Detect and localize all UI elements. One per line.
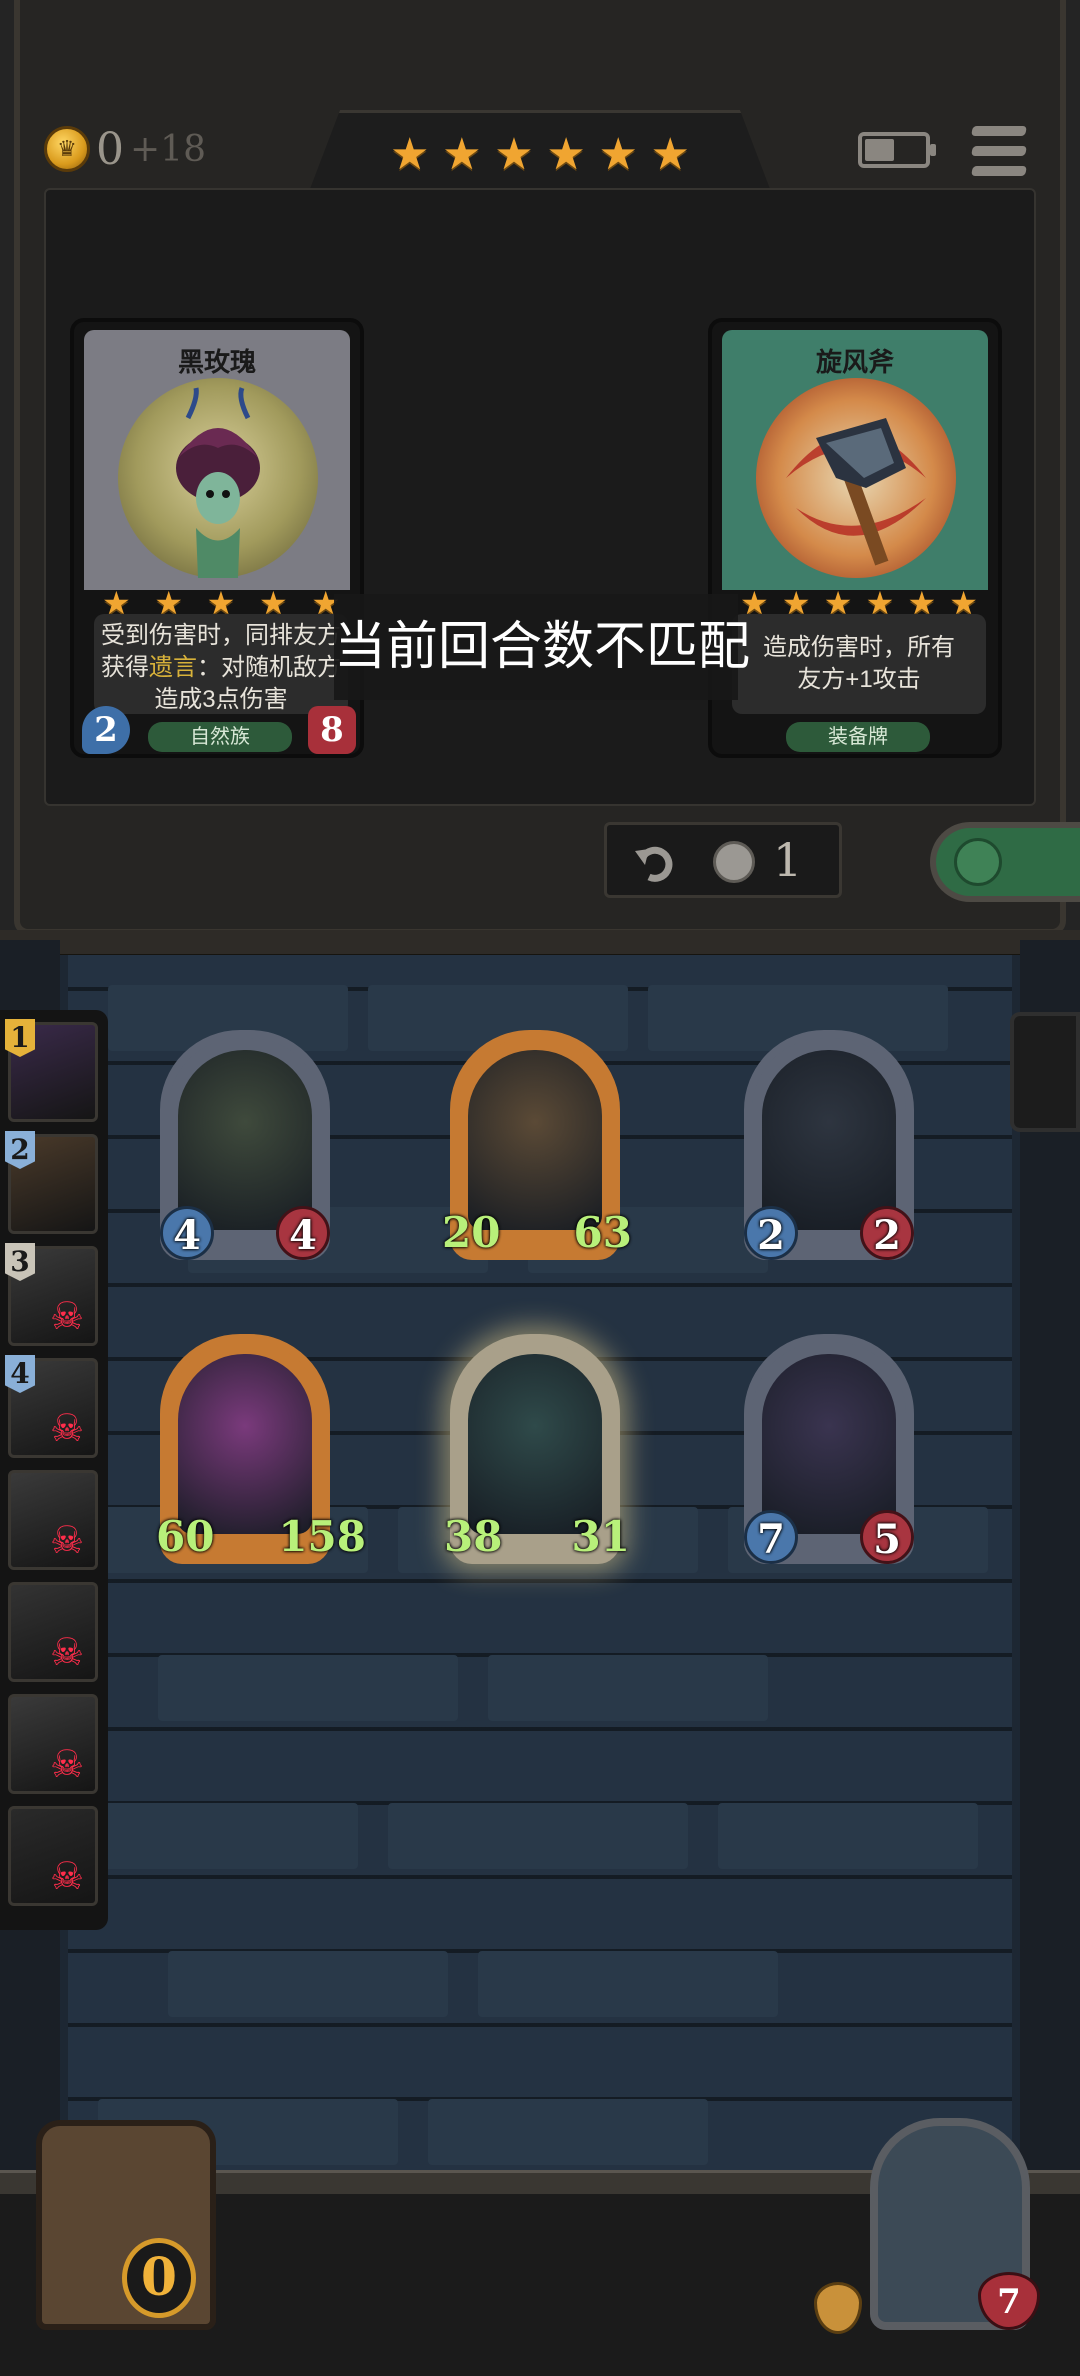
minion-art	[762, 1354, 896, 1534]
chest-gold: 0	[122, 2238, 196, 2318]
opponent-portrait[interactable]: ☠	[8, 1470, 98, 1570]
star-icon: ★	[390, 130, 430, 179]
toast-message: 当前回合数不匹配	[334, 594, 750, 700]
opponent-portrait[interactable]: ☠	[8, 1694, 98, 1794]
attack-badge: 2	[744, 1206, 798, 1260]
treasure-chest[interactable]: 0	[36, 2120, 216, 2330]
rank-badge: 3	[5, 1243, 35, 1281]
attack-badge: 4	[160, 1206, 214, 1260]
card-header: 黑玫瑰	[84, 330, 350, 590]
gold-counter: ♛ 0 +18	[44, 123, 206, 175]
shop-card-whirlwind-axe[interactable]: 旋风斧 ★ ★ ★ ★ ★ ★ 造成伤害时，所有 友方+1攻击 装备牌	[708, 318, 1002, 758]
skull-crossbones-icon: ☠	[49, 1856, 85, 1898]
attack-badge: 2	[82, 706, 130, 754]
shop-card-black-rose[interactable]: 黑玫瑰 ★ ★ ★ ★ ★ 受到伤害时，同排友方 获得遗言：对随机敌方 造成3点…	[70, 318, 364, 758]
attack-badge: 38	[444, 1512, 503, 1561]
gold-income: +18	[130, 128, 206, 170]
opponent-portrait[interactable]: 2	[5, 1131, 98, 1234]
star-icon: ★	[546, 130, 586, 179]
board-top-rail	[0, 930, 1080, 958]
card-name: 黑玫瑰	[177, 347, 256, 377]
minion-art	[468, 1050, 602, 1230]
card-description: 造成伤害时，所有 友方+1攻击	[732, 614, 986, 714]
hamburger-menu-icon[interactable]	[971, 126, 1027, 176]
board-minion[interactable]: 60 158	[156, 1334, 366, 1564]
tribe-tag: 自然族	[148, 722, 292, 752]
health-badge: 158	[278, 1512, 366, 1561]
skull-crossbones-icon: ☠	[49, 1296, 85, 1338]
tribe-tag: 装备牌	[786, 722, 930, 752]
lock-shop-button[interactable]	[930, 822, 1080, 902]
minion-art	[762, 1050, 896, 1230]
minion-art	[178, 1354, 312, 1534]
star-icon: ★	[650, 130, 690, 179]
card-art	[756, 378, 956, 578]
battery-level	[865, 139, 894, 161]
lock-icon	[954, 838, 1002, 886]
opponent-portrait[interactable]: 3 ☠	[5, 1243, 98, 1346]
refresh-button[interactable]: 1	[604, 822, 842, 898]
axe-icon	[786, 418, 926, 566]
gold-amount: 0	[96, 123, 124, 175]
minion-art	[468, 1354, 602, 1534]
minion-art	[178, 1050, 312, 1230]
star-icon: ★	[442, 130, 482, 179]
attack-badge: 20	[442, 1208, 501, 1257]
health-badge: 31	[571, 1512, 630, 1561]
side-panel-knob[interactable]	[1010, 1012, 1080, 1132]
skull-crossbones-icon: ☠	[49, 1744, 85, 1786]
rank-badge: 2	[5, 1131, 35, 1169]
board-minion[interactable]: 2 2	[744, 1030, 914, 1260]
black-rose-icon	[176, 387, 260, 578]
board-minion[interactable]: 4 4	[160, 1030, 330, 1260]
shop-panel: ★ ★ ★ ★ ★ ★ ♛ 0 +18 黑玫瑰 ★ ★ ★ ★ ★ 受到伤害时，…	[0, 0, 1080, 940]
attack-badge: 60	[156, 1512, 215, 1561]
battery-icon	[858, 132, 936, 168]
opponent-portrait[interactable]: ☠	[8, 1582, 98, 1682]
rank-badge: 4	[5, 1355, 35, 1393]
game-screen: { "hud": { "gold": "0", "gold_income": "…	[0, 0, 1080, 2376]
opponent-portrait[interactable]: ☠	[8, 1806, 98, 1906]
board-minion[interactable]: 7 5	[744, 1334, 914, 1564]
skull-crossbones-icon: ☠	[49, 1632, 85, 1674]
card-name: 旋风斧	[815, 347, 894, 377]
opponent-portrait[interactable]: 1	[5, 1019, 98, 1122]
keyword-deathrattle: 遗言	[149, 654, 197, 681]
opponent-portrait[interactable]: 4 ☠	[5, 1355, 98, 1458]
skull-crossbones-icon: ☠	[49, 1520, 85, 1562]
attack-badge: 7	[744, 1510, 798, 1564]
health-badge: 5	[860, 1510, 914, 1564]
board-minion-selected[interactable]: 38 31	[444, 1334, 630, 1564]
card-art	[118, 378, 318, 578]
star-icon: ★	[494, 130, 534, 179]
rank-badge: 1	[5, 1019, 35, 1057]
board-minion[interactable]: 20 63	[442, 1030, 632, 1260]
refresh-cost: 1	[773, 833, 803, 887]
skull-crossbones-icon: ☠	[49, 1408, 85, 1450]
star-icon: ★	[598, 130, 638, 179]
opponent-history-column: 1 2 3 ☠ 4 ☠ ☠ ☠ ☠ ☠	[0, 1010, 108, 1930]
health-badge: 4	[276, 1206, 330, 1260]
crown-coin-icon: ♛	[44, 126, 90, 172]
tavern-stars: ★ ★ ★ ★ ★ ★	[390, 130, 690, 180]
undo-refresh-icon	[635, 846, 673, 882]
health-badge: 8	[308, 706, 356, 754]
health-badge: 2	[860, 1206, 914, 1260]
card-description: 受到伤害时，同排友方 获得遗言：对随机敌方 造成3点伤害	[94, 614, 348, 714]
health-badge: 63	[573, 1208, 632, 1257]
crown-coin-icon	[713, 841, 755, 883]
card-header: 旋风斧	[722, 330, 988, 590]
